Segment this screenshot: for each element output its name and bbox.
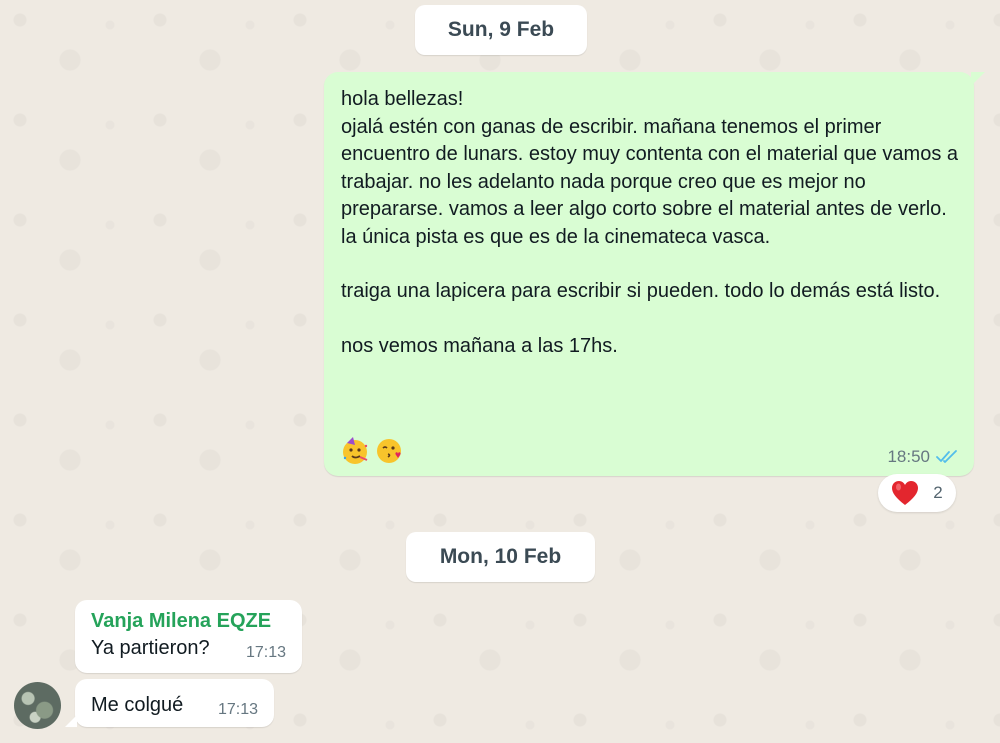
message-text: Me colgué <box>91 694 184 716</box>
message-text-paragraph: hola bellezas! ojalá estén con ganas de … <box>341 88 959 248</box>
message-time: 17:13 <box>245 644 286 661</box>
message-row: Ya partieron? 17:13 <box>91 634 286 664</box>
message-text: Ya partieron? <box>91 637 210 659</box>
kissing-face-emoji <box>377 439 401 463</box>
message-text-paragraph: traiga una lapicera para escribir si pue… <box>341 280 941 302</box>
message-meta: 18:50 <box>887 447 958 467</box>
message-emojis <box>340 436 404 466</box>
incoming-message-bubble[interactable]: Vanja Milena EQZE Ya partieron? 17:13 <box>75 600 302 673</box>
double-check-icon <box>936 450 957 463</box>
reaction-count: 2 <box>933 483 943 502</box>
date-separator: Mon, 10 Feb <box>406 532 595 582</box>
message-row: Me colgué 17:13 <box>91 691 258 721</box>
red-heart-emoji <box>892 481 919 505</box>
incoming-message-bubble[interactable]: Me colgué 17:13 <box>65 679 274 727</box>
party-face-emoji <box>343 437 368 464</box>
bubble-tail <box>971 72 985 86</box>
sender-name[interactable]: Vanja Milena EQZE <box>91 608 286 634</box>
message-text-paragraph: nos vemos mañana a las 17hs. <box>341 334 618 357</box>
date-separator: Sun, 9 Feb <box>415 5 587 55</box>
message-time: 18:50 <box>887 447 930 466</box>
avatar[interactable] <box>14 682 61 729</box>
reaction-badge[interactable]: 2 <box>878 474 956 512</box>
message-time: 17:13 <box>217 701 258 718</box>
outgoing-message-bubble[interactable]: hola bellezas! ojalá estén con ganas de … <box>324 72 985 476</box>
bubble-tail <box>65 715 77 727</box>
